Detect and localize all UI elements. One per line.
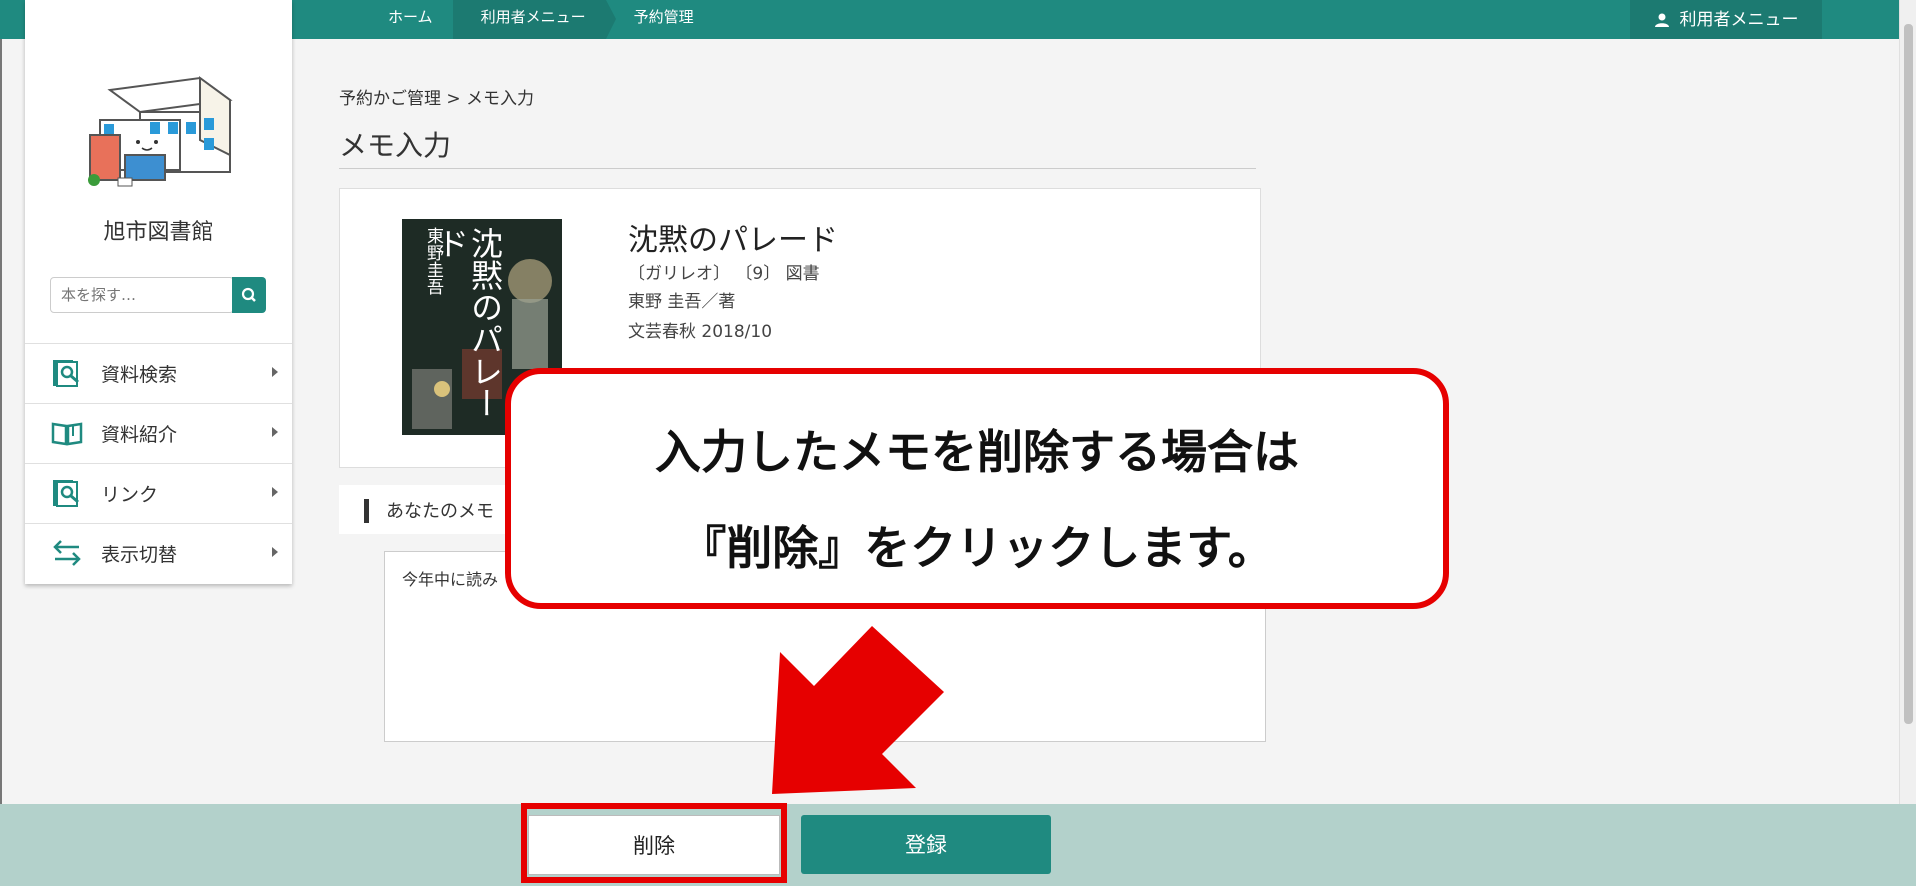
- nav-reservation-link[interactable]: 予約管理: [606, 0, 714, 39]
- nav-user-menu-link[interactable]: 利用者メニュー: [452, 0, 616, 39]
- chevron-right-icon: [272, 427, 278, 437]
- sidebar-item-display-toggle[interactable]: 表示切替: [25, 523, 292, 583]
- book-title: 沈黙のパレード: [628, 223, 838, 258]
- book-series: 〔ガリレオ〕 〔9〕 図書: [628, 264, 820, 284]
- sidebar-item-label: 資料検索: [101, 364, 178, 386]
- search-button[interactable]: [232, 277, 266, 313]
- search-icon: [241, 287, 256, 302]
- swap-arrows-icon: [53, 540, 81, 566]
- nav-user-menu-label: 利用者メニュー: [480, 8, 586, 26]
- open-book-icon: [51, 422, 83, 446]
- title-divider: [339, 168, 1256, 169]
- breadcrumb: 予約かご管理 > メモ入力: [339, 89, 535, 109]
- sidebar-item-label: 資料紹介: [101, 424, 178, 446]
- book-publisher: 文芸春秋 2018/10: [628, 322, 773, 342]
- sidebar-item-label: 表示切替: [101, 544, 178, 566]
- callout-line-1: 入力したメモを削除する場合は: [655, 425, 1299, 479]
- nav-separator: [605, 0, 616, 39]
- sidebar-item-label: リンク: [101, 484, 159, 506]
- register-button[interactable]: 登録: [801, 815, 1051, 874]
- library-name: 旭市図書館: [103, 220, 214, 245]
- pointer-arrow-icon: [772, 626, 944, 794]
- scrollbar-thumb[interactable]: [1904, 24, 1913, 724]
- memo-text: 今年中に読み: [402, 570, 499, 589]
- memo-header-bar: [364, 499, 369, 523]
- nav-home-link[interactable]: ホーム: [360, 0, 453, 39]
- sidebar-menu: 資料検索 資料紹介 リンク 表示切替: [25, 343, 292, 583]
- callout-line-2: 『削除』をクリックします。: [680, 521, 1274, 575]
- search-input[interactable]: [59, 279, 223, 311]
- nav-reservation-label: 予約管理: [633, 8, 694, 26]
- cover-author: 東野圭吾: [423, 227, 443, 295]
- book-author: 東野 圭吾／著: [628, 292, 736, 312]
- cover-title: 沈黙のパレード: [432, 227, 504, 419]
- nav-breadcrumb: ホーム 利用者メニュー 予約管理: [360, 0, 714, 39]
- instruction-callout: 入力したメモを削除する場合は 『削除』をクリックします。: [505, 368, 1449, 609]
- user-icon: [1654, 13, 1669, 27]
- link-search-icon: [53, 480, 79, 507]
- chevron-right-icon: [272, 547, 278, 557]
- search-doc-icon: [53, 360, 79, 387]
- sidebar-item-material-search[interactable]: 資料検索: [25, 343, 292, 403]
- search-field[interactable]: [50, 277, 234, 313]
- sidebar: 旭市図書館 資料検索 資料紹介 リンク 表示切替: [25, 0, 292, 584]
- memo-label: あなたのメモ: [386, 501, 494, 522]
- library-logo: [88, 76, 233, 187]
- delete-highlight-frame: [521, 803, 787, 883]
- nav-home-label: ホーム: [388, 8, 433, 26]
- user-menu-button[interactable]: 利用者メニュー: [1630, 0, 1822, 39]
- chevron-right-icon: [272, 367, 278, 377]
- chevron-right-icon: [272, 487, 278, 497]
- vertical-scrollbar[interactable]: [1899, 0, 1916, 804]
- user-menu-label: 利用者メニュー: [1679, 9, 1799, 30]
- sidebar-item-material-intro[interactable]: 資料紹介: [25, 403, 292, 463]
- sidebar-item-links[interactable]: リンク: [25, 463, 292, 523]
- page-title: メモ入力: [339, 129, 452, 162]
- window-edge: [0, 0, 2, 886]
